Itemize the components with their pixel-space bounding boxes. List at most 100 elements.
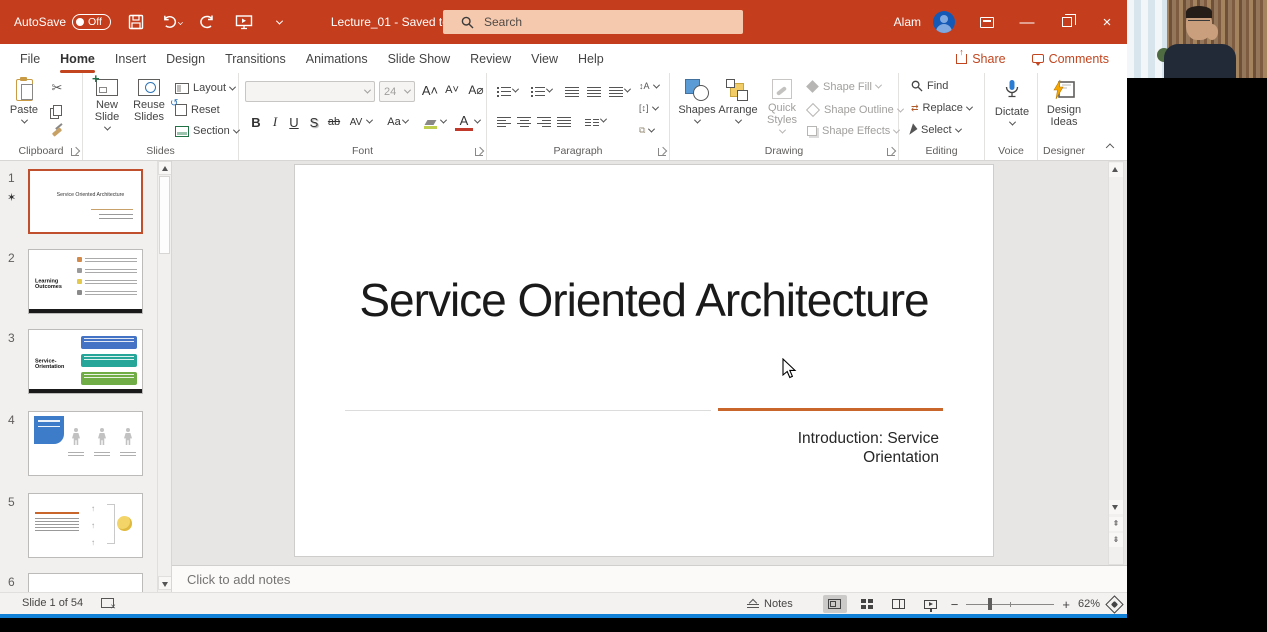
scroll-up-icon[interactable] (158, 161, 171, 175)
text-shadow-button[interactable]: S (305, 113, 323, 131)
slide-sorter-view-button[interactable] (855, 595, 879, 613)
new-slide-button[interactable]: + New Slide (87, 72, 127, 131)
strikethrough-button[interactable]: ab (325, 113, 343, 131)
reading-view-button[interactable] (887, 595, 911, 613)
italic-button[interactable]: I (266, 113, 284, 131)
tab-file[interactable]: File (10, 47, 50, 71)
bold-button[interactable]: B (247, 113, 265, 131)
font-color-button[interactable]: A (455, 113, 473, 131)
justify-icon[interactable] (555, 113, 573, 131)
change-case-button[interactable]: Aa (385, 113, 403, 131)
numbering-icon[interactable] (529, 83, 547, 101)
layout-button[interactable]: Layout (175, 82, 237, 94)
format-painter-icon[interactable] (48, 123, 66, 141)
tab-view[interactable]: View (521, 47, 568, 71)
replace-button[interactable]: ⇄ Replace (911, 102, 973, 114)
section-button[interactable]: Section (175, 125, 240, 137)
paragraph-dialog-launcher-icon[interactable] (658, 148, 666, 156)
decrease-font-size-icon[interactable]: A˅ (443, 81, 461, 99)
font-color-dropdown-icon[interactable] (473, 116, 482, 124)
maximize-restore-button[interactable] (1047, 0, 1087, 44)
redo-icon[interactable] (197, 11, 219, 33)
tab-home[interactable]: Home (50, 47, 105, 73)
notes-toggle-button[interactable]: Notes (747, 598, 793, 610)
shape-fill-button[interactable]: Shape Fill (806, 80, 882, 93)
scroll-up-icon[interactable] (1109, 163, 1123, 177)
bullets-dropdown-icon[interactable] (511, 85, 520, 93)
shape-effects-button[interactable]: Shape Effects (806, 125, 901, 137)
slide-thumbnail-6[interactable] (28, 573, 143, 592)
align-center-icon[interactable] (515, 113, 533, 131)
find-button[interactable]: Find (911, 80, 948, 92)
character-spacing-dropdown-icon[interactable] (365, 116, 374, 124)
undo-dropdown-icon[interactable] (178, 19, 183, 25)
slide-thumbnail-5[interactable]: ↑ ↑ ↑ (28, 493, 143, 558)
minimize-button[interactable]: — (1007, 0, 1047, 44)
tab-review[interactable]: Review (460, 47, 521, 71)
slide-thumbnail-2[interactable]: Learning Outcomes (28, 249, 143, 314)
shape-outline-button[interactable]: Shape Outline (805, 102, 904, 118)
notes-pane[interactable]: Click to add notes (172, 565, 1127, 592)
slide-thumbnail-1[interactable]: Service Oriented Architecture (28, 169, 143, 234)
zoom-out-icon[interactable]: − (951, 597, 959, 612)
start-slideshow-icon[interactable] (233, 11, 255, 33)
accessibility-status-icon[interactable] (101, 598, 116, 611)
tab-help[interactable]: Help (568, 47, 614, 71)
share-button[interactable]: Share (956, 47, 1006, 66)
slide-thumbnail-4[interactable] (28, 411, 143, 476)
user-name[interactable]: Alam (894, 15, 921, 29)
comments-button[interactable]: Comments (1031, 52, 1109, 66)
previous-slide-icon[interactable]: ⇞ (1109, 517, 1123, 531)
tab-design[interactable]: Design (156, 47, 215, 71)
change-case-dropdown-icon[interactable] (401, 116, 410, 124)
close-button[interactable]: × (1087, 0, 1127, 44)
normal-view-button[interactable] (822, 595, 847, 613)
next-slide-icon[interactable]: ⇟ (1109, 533, 1123, 547)
slide-title-textbox[interactable]: Service Oriented Architecture (295, 273, 993, 327)
select-button[interactable]: Select (909, 123, 962, 137)
bullets-icon[interactable] (495, 83, 513, 101)
highlight-color-icon[interactable] (421, 115, 439, 133)
slide-scrollbar[interactable]: ⇞ ⇟ (1108, 161, 1124, 565)
user-avatar[interactable] (933, 11, 955, 33)
increase-indent-icon[interactable] (585, 83, 603, 101)
align-left-icon[interactable] (495, 113, 513, 131)
font-name-combobox[interactable] (245, 81, 375, 102)
dictate-button[interactable]: Dictate (991, 79, 1033, 126)
scroll-down-icon[interactable] (1109, 500, 1123, 514)
text-direction-button[interactable]: ↕A (639, 81, 660, 91)
increase-font-size-icon[interactable]: A˄ (421, 81, 439, 99)
slide-canvas[interactable]: Service Oriented Architecture Introducti… (295, 165, 993, 556)
copy-icon[interactable] (48, 101, 66, 119)
drawing-dialog-launcher-icon[interactable] (887, 148, 895, 156)
zoom-level[interactable]: 62% (1078, 598, 1100, 610)
columns-icon[interactable] (583, 114, 601, 132)
font-size-combobox[interactable]: 24 (379, 81, 415, 102)
qat-customize-icon[interactable] (269, 11, 291, 33)
tab-slide-show[interactable]: Slide Show (378, 47, 461, 71)
slideshow-view-button[interactable] (919, 595, 943, 613)
slide-subtitle-textbox[interactable]: Introduction: Service Orientation (779, 429, 939, 467)
decrease-indent-icon[interactable] (563, 83, 581, 101)
underline-button[interactable]: U (285, 113, 303, 131)
quick-styles-button[interactable]: Quick Styles (762, 79, 802, 134)
tab-insert[interactable]: Insert (105, 47, 156, 71)
search-input[interactable] (484, 15, 704, 29)
cut-icon[interactable]: ✂ (48, 79, 66, 97)
save-icon[interactable] (125, 11, 147, 33)
line-spacing-dropdown-icon[interactable] (623, 85, 632, 93)
zoom-in-icon[interactable]: + (1062, 597, 1070, 612)
thumbnail-scrollbar[interactable] (157, 161, 171, 592)
undo-icon[interactable] (161, 11, 183, 33)
slide-thumbnail-3[interactable]: Service- Orientation (28, 329, 143, 394)
shapes-button[interactable]: Shapes (678, 79, 716, 124)
arrange-button[interactable]: Arrange (718, 79, 758, 124)
align-right-icon[interactable] (535, 113, 553, 131)
character-spacing-button[interactable]: AV (347, 113, 365, 131)
collapse-ribbon-icon[interactable] (1101, 142, 1119, 156)
search-box[interactable] (443, 10, 743, 34)
tab-animations[interactable]: Animations (296, 47, 378, 71)
zoom-slider[interactable] (966, 597, 1055, 610)
tab-transitions[interactable]: Transitions (215, 47, 296, 71)
fit-to-window-icon[interactable] (1105, 594, 1124, 614)
